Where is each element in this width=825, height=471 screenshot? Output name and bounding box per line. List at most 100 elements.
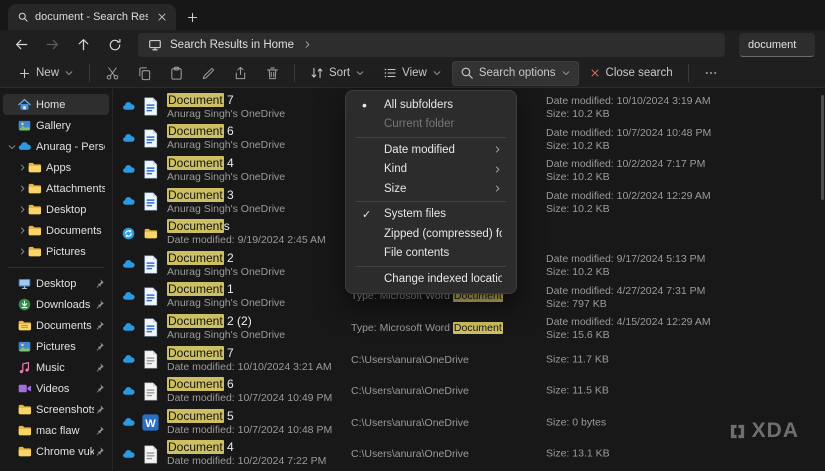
chevron-right-icon[interactable] (17, 163, 27, 172)
sidebar-item-gallery[interactable]: Gallery (3, 115, 109, 136)
cloud-status-icon (119, 162, 137, 177)
new-tab-button[interactable] (180, 6, 204, 28)
sidebar-item-anurag-person[interactable]: Anurag - Person (3, 136, 109, 157)
pin-icon (94, 446, 105, 457)
back-button[interactable] (8, 32, 35, 57)
doc-icon (140, 349, 161, 370)
menu-item-change-indexed-locations[interactable]: Change indexed locations (350, 269, 512, 289)
cloud-status-icon (119, 99, 137, 114)
sidebar-item-pictures[interactable]: Pictures (3, 336, 109, 357)
sidebar-item-music[interactable]: Music (3, 357, 109, 378)
pin-icon (94, 320, 105, 331)
xda-watermark: XDA (728, 419, 799, 443)
file-details-column: Size: 0 bytes (546, 416, 606, 429)
search-match-highlight: Document (167, 187, 224, 202)
file-size: Size: 13.1 KB (546, 447, 610, 460)
tab-close-icon[interactable] (154, 9, 170, 25)
sidebar-item-label: Downloads (36, 298, 91, 311)
menu-item-zipped-compressed-folders[interactable]: Zipped (compressed) folders (350, 224, 512, 244)
tab-search-icon (17, 11, 29, 23)
sidebar-item-attachments[interactable]: Attachments (13, 178, 109, 199)
file-subtitle: Date modified: 10/10/2024 3:21 AM (167, 360, 332, 373)
sidebar-item-documents[interactable]: Documents (13, 220, 109, 241)
cut-icon (105, 66, 120, 81)
file-middle-column: C:\Users\anura\OneDrive (351, 416, 469, 429)
file-row[interactable]: Document 6 Date modified: 10/7/2024 10:4… (114, 375, 825, 407)
cloud-status-icon (119, 194, 137, 209)
file-row[interactable]: Document 2 (2) Anurag Singh's OneDrive T… (114, 312, 825, 344)
sidebar-item-home[interactable]: Home (3, 94, 109, 115)
cloud-status-icon (119, 289, 137, 304)
check-icon: ✓ (362, 208, 372, 221)
sidebar-item-mac-flaw[interactable]: mac flaw (3, 420, 109, 441)
chevron-right-icon[interactable] (302, 39, 313, 50)
search-match-highlight: Document (167, 282, 224, 297)
gallery-icon (17, 339, 32, 354)
sidebar-item-documents[interactable]: Documents (3, 315, 109, 336)
up-button[interactable] (70, 32, 97, 57)
file-meta: Documents Date modified: 9/19/2024 2:45 … (167, 219, 326, 246)
chevron-right-icon[interactable] (17, 247, 27, 256)
sidebar-item-desktop[interactable]: Desktop (13, 199, 109, 220)
sidebar-item-screenshots[interactable]: Screenshots (3, 399, 109, 420)
menu-item-kind[interactable]: Kind (350, 160, 512, 180)
chevron-down-icon (64, 68, 74, 78)
chevron-right-icon[interactable] (17, 205, 27, 214)
view-button[interactable]: View (375, 61, 450, 86)
paste-button[interactable] (161, 61, 191, 86)
chevron-down-icon[interactable] (7, 142, 17, 152)
menu-item-label: All subfolders (384, 98, 454, 111)
share-button[interactable] (225, 61, 255, 86)
file-middle-column: C:\Users\anura\OneDrive (351, 353, 469, 366)
sidebar-item-videos[interactable]: Videos (3, 378, 109, 399)
sidebar-item-apps[interactable]: Apps (13, 157, 109, 178)
menu-item-all-subfolders[interactable]: • All subfolders (350, 95, 512, 115)
forward-icon (45, 37, 60, 52)
sidebar-item-pictures[interactable]: Pictures (13, 241, 109, 262)
worddoc-icon (140, 286, 161, 307)
sidebar-item-label: mac flaw (36, 424, 80, 437)
sidebar-item-label: Documents (36, 319, 92, 332)
close-search-button[interactable]: Close search (581, 61, 681, 86)
search-options-button[interactable]: Search options (451, 60, 579, 86)
sidebar-item-chrome-vuk[interactable]: Chrome vuk (3, 441, 109, 462)
sort-button[interactable]: Sort (302, 61, 373, 86)
rename-button[interactable] (193, 61, 223, 86)
file-row[interactable]: Document 7 Date modified: 10/10/2024 3:2… (114, 344, 825, 376)
file-name: Document 3 (167, 187, 234, 202)
breadcrumb[interactable]: Search Results in Home (170, 39, 294, 51)
new-button[interactable]: New (10, 61, 82, 86)
file-date-modified: Date modified: 9/17/2024 5:13 PM (546, 252, 706, 265)
menu-item-label: Current folder (384, 118, 455, 131)
file-row[interactable]: Document 4 Date modified: 10/2/2024 7:22… (114, 439, 825, 471)
explorer-tab[interactable]: document - Search Results in I (8, 4, 176, 30)
menu-item-file-contents[interactable]: File contents (350, 244, 512, 264)
menu-item-size[interactable]: Size (350, 179, 512, 199)
chevron-right-icon[interactable] (17, 184, 27, 193)
copy-button[interactable] (129, 61, 159, 86)
file-row[interactable]: W Document 5 Date modified: 10/7/2024 10… (114, 407, 825, 439)
sidebar-item-label: Anurag - Person (36, 140, 105, 153)
sidebar-item-label: Pictures (46, 245, 86, 258)
new-button-label: New (36, 67, 60, 79)
refresh-button[interactable] (101, 32, 128, 57)
folder-icon (27, 244, 42, 259)
search-input[interactable] (739, 32, 815, 57)
forward-button[interactable] (39, 32, 66, 57)
sidebar-item-desktop[interactable]: Desktop (3, 273, 109, 294)
address-bar[interactable]: Search Results in Home (138, 32, 725, 57)
cut-button[interactable] (97, 61, 127, 86)
chevron-right-icon[interactable] (17, 226, 27, 235)
see-more-button[interactable] (696, 61, 726, 86)
navigation-bar: Search Results in Home (0, 30, 825, 59)
folder-icon (140, 223, 161, 244)
menu-item-system-files[interactable]: ✓ System files (350, 205, 512, 225)
folder-icon (17, 402, 32, 417)
pin-icon (94, 404, 105, 415)
menu-separator (356, 265, 506, 267)
sidebar-item-label: Chrome vuk (36, 445, 94, 458)
menu-item-date-modified[interactable]: Date modified (350, 140, 512, 160)
menu-item-label: Date modified (384, 143, 455, 156)
sidebar-item-downloads[interactable]: Downloads (3, 294, 109, 315)
delete-button[interactable] (257, 61, 287, 86)
